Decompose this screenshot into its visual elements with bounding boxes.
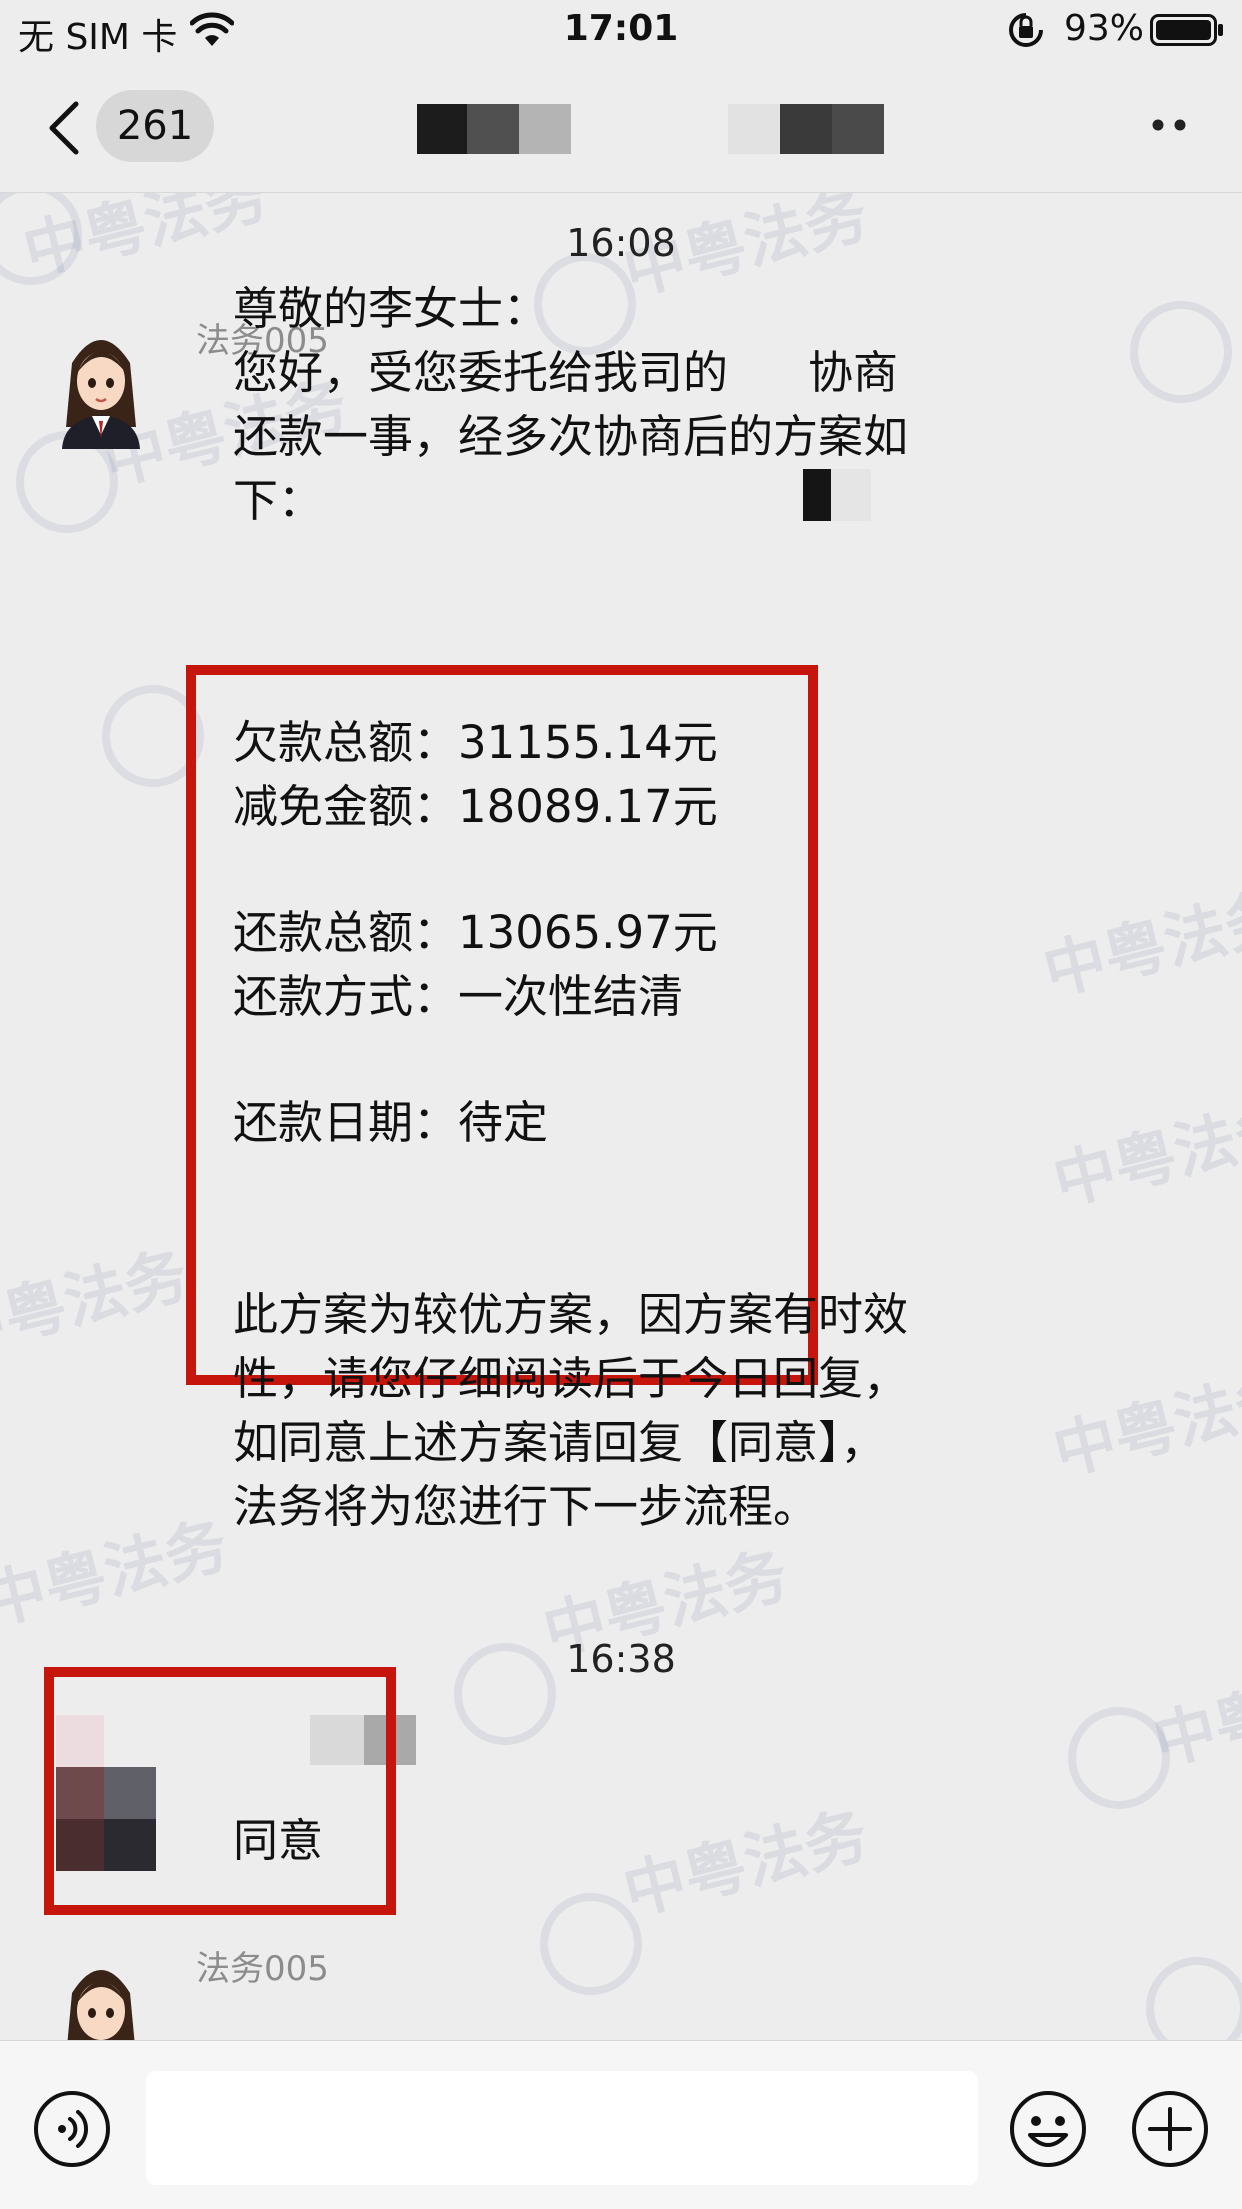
plan-row: 还款日期：待定 (233, 1096, 549, 1149)
status-bar: 无 SIM 卡 17:01 93% (0, 0, 1242, 62)
add-more-icon[interactable] (1130, 2089, 1210, 2169)
censor-block (803, 469, 831, 521)
message-line: 如同意上述方案请回复【同意】， (233, 1416, 886, 1469)
chat-messages[interactable]: 中粤法务 中粤法务 中粤法务 中粤法务 中粤法务 中粤法务 中粤法务 中粤法务 … (0, 193, 1242, 2040)
battery-icon (1150, 14, 1223, 46)
voice-input-icon[interactable] (32, 2089, 112, 2169)
sender-name: 法务005 (196, 1949, 329, 1989)
message-line: 此方案为较优方案，因方案有时效 (233, 1288, 909, 1341)
plan-row: 还款方式：一次性结清 (233, 970, 684, 1023)
sender-avatar[interactable] (54, 1953, 148, 2040)
message-input[interactable] (146, 2071, 978, 2185)
emoji-icon[interactable] (1008, 2089, 1088, 2169)
input-bar (0, 2040, 1242, 2209)
message-line: 法务将为您进行下一步流程。 (233, 1480, 819, 1533)
back-chevron-icon[interactable] (46, 100, 82, 156)
battery-percent: 93% (1064, 8, 1145, 49)
sender-avatar[interactable] (54, 323, 148, 449)
clock: 17:01 (563, 8, 679, 49)
message-line: 性，请您仔细阅读后于今日回复， (233, 1352, 909, 1405)
timestamp: 16:08 (566, 221, 676, 265)
rotation-lock-icon (1009, 13, 1043, 47)
message-line: 还款一事，经多次协商后的方案如 (233, 410, 909, 463)
message-line: 您好，受您委托给我司的 协商 (233, 346, 899, 399)
unread-count-badge[interactable]: 261 (96, 90, 214, 162)
more-options-icon[interactable] (1150, 118, 1190, 132)
plan-row: 欠款总额：31155.14元 (233, 716, 718, 769)
message-line: 下： (233, 474, 324, 527)
reply-highlight-box (44, 1667, 396, 1915)
censor-block (831, 469, 871, 521)
plan-row: 减免金额：18089.17元 (233, 780, 718, 833)
plan-row: 还款总额：13065.97元 (233, 906, 718, 959)
chat-header: 261 (0, 62, 1242, 193)
message-line: 尊敬的李女士： (233, 282, 549, 335)
